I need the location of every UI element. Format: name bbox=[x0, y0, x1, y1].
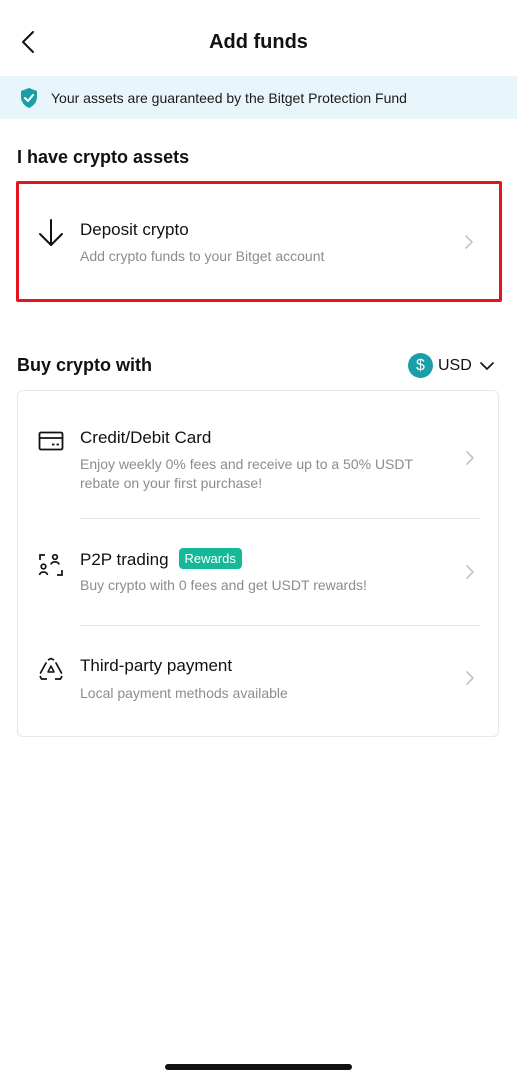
third-party-title: Third-party payment bbox=[80, 656, 233, 675]
p2p-users-icon bbox=[38, 552, 64, 578]
deposit-desc: Add crypto funds to your Bitget account bbox=[80, 248, 325, 264]
rewards-badge: Rewards bbox=[178, 548, 242, 569]
protection-banner: Your assets are guaranteed by the Bitget… bbox=[0, 76, 517, 119]
credit-card-icon bbox=[38, 431, 64, 451]
p2p-trading-item[interactable]: P2P trading Rewards Buy crypto with 0 fee… bbox=[18, 519, 498, 625]
chevron-right-icon bbox=[465, 450, 477, 466]
chevron-right-icon bbox=[464, 234, 476, 250]
banner-text: Your assets are guaranteed by the Bitget… bbox=[51, 89, 407, 106]
chevron-down-icon bbox=[479, 361, 494, 370]
home-indicator[interactable] bbox=[165, 1064, 352, 1070]
section-title-crypto-assets: I have crypto assets bbox=[17, 147, 190, 167]
currency-selector[interactable]: $ USD bbox=[408, 353, 494, 378]
payment-options-card: Credit/Debit Card Enjoy weekly 0% fees a… bbox=[17, 390, 499, 737]
shield-check-icon bbox=[19, 87, 39, 109]
p2p-title-row: P2P trading Rewards bbox=[80, 548, 242, 570]
deposit-crypto-item[interactable]: Deposit crypto Add crypto funds to your … bbox=[16, 181, 502, 302]
credit-card-desc-line1: Enjoy weekly 0% fees and receive up to a… bbox=[80, 456, 414, 472]
credit-card-desc-line2: rebate on your first purchase! bbox=[80, 475, 263, 491]
deposit-title: Deposit crypto bbox=[80, 220, 189, 239]
third-party-desc: Local payment methods available bbox=[80, 685, 288, 701]
p2p-desc: Buy crypto with 0 fees and get USDT rewa… bbox=[80, 577, 367, 593]
credit-card-title: Credit/Debit Card bbox=[80, 428, 212, 447]
currency-label: USD bbox=[438, 356, 472, 374]
p2p-title: P2P trading bbox=[80, 550, 169, 569]
arrow-down-icon bbox=[37, 217, 65, 249]
header: Add funds bbox=[0, 0, 517, 82]
chevron-right-icon bbox=[465, 564, 477, 580]
credit-debit-card-item[interactable]: Credit/Debit Card Enjoy weekly 0% fees a… bbox=[18, 391, 498, 518]
third-party-payment-item[interactable]: Third-party payment Local payment method… bbox=[18, 626, 498, 736]
page-title: Add funds bbox=[209, 31, 308, 53]
chevron-right-icon bbox=[465, 670, 477, 686]
dollar-coin-icon: $ bbox=[408, 353, 433, 378]
section-title-buy-crypto: Buy crypto with bbox=[17, 355, 153, 375]
third-party-icon bbox=[38, 657, 64, 681]
